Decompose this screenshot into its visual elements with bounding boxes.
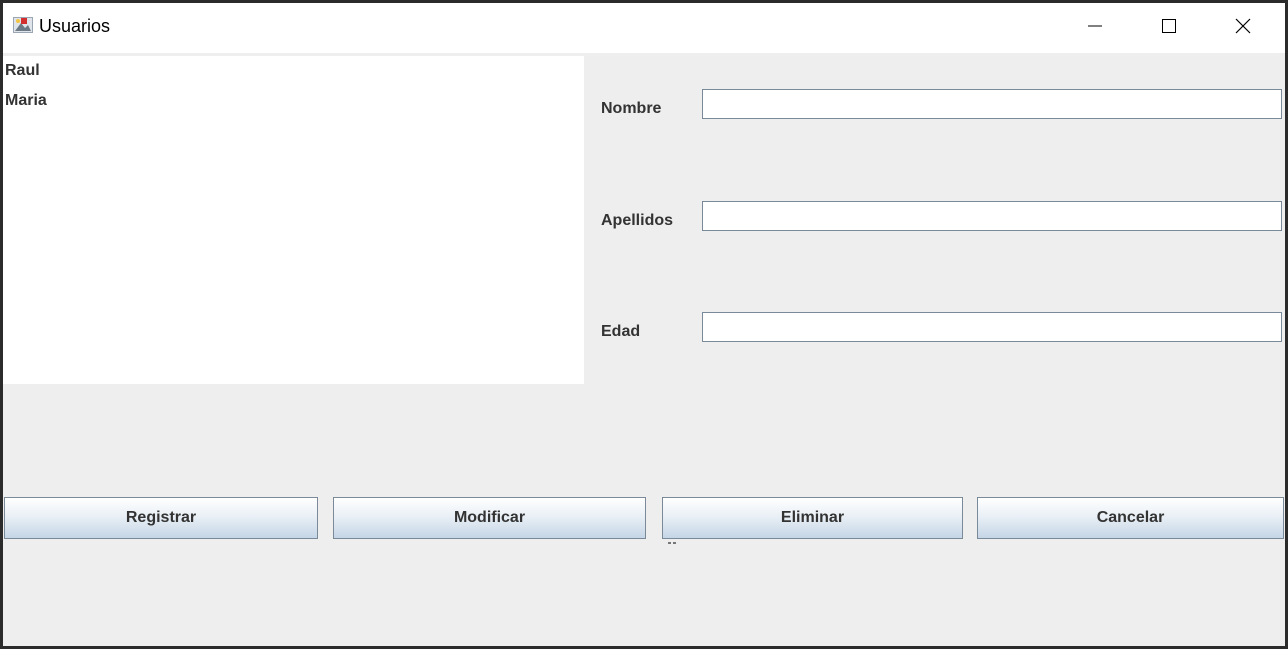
stray-glyph xyxy=(668,538,678,544)
title-bar[interactable]: Usuarios xyxy=(3,3,1285,53)
edad-label: Edad xyxy=(601,323,641,340)
minimize-button[interactable] xyxy=(1066,3,1124,53)
list-item[interactable]: Raul xyxy=(5,62,40,80)
cancelar-button[interactable]: Cancelar xyxy=(977,497,1284,539)
modificar-button[interactable]: Modificar xyxy=(333,497,646,539)
maximize-button[interactable] xyxy=(1140,3,1198,53)
registrar-button[interactable]: Registrar xyxy=(4,497,318,539)
eliminar-button[interactable]: Eliminar xyxy=(662,497,963,539)
app-window: Usuarios Raul Maria Nombre Apellidos Eda… xyxy=(0,0,1288,649)
maximize-icon xyxy=(1161,18,1177,39)
apellidos-label: Apellidos xyxy=(601,212,674,229)
close-icon xyxy=(1235,18,1251,39)
apellidos-field[interactable] xyxy=(702,201,1282,231)
list-item[interactable]: Maria xyxy=(5,92,47,110)
window-title: Usuarios xyxy=(39,16,111,36)
java-app-icon xyxy=(13,16,33,34)
nombre-label: Nombre xyxy=(601,100,662,117)
nombre-field[interactable] xyxy=(702,89,1282,119)
minimize-icon xyxy=(1087,18,1103,39)
edad-field[interactable] xyxy=(702,312,1282,342)
main-panel: Raul Maria Nombre Apellidos Edad Registr… xyxy=(3,53,1285,646)
user-list[interactable]: Raul Maria xyxy=(3,56,584,384)
close-button[interactable] xyxy=(1214,3,1272,53)
